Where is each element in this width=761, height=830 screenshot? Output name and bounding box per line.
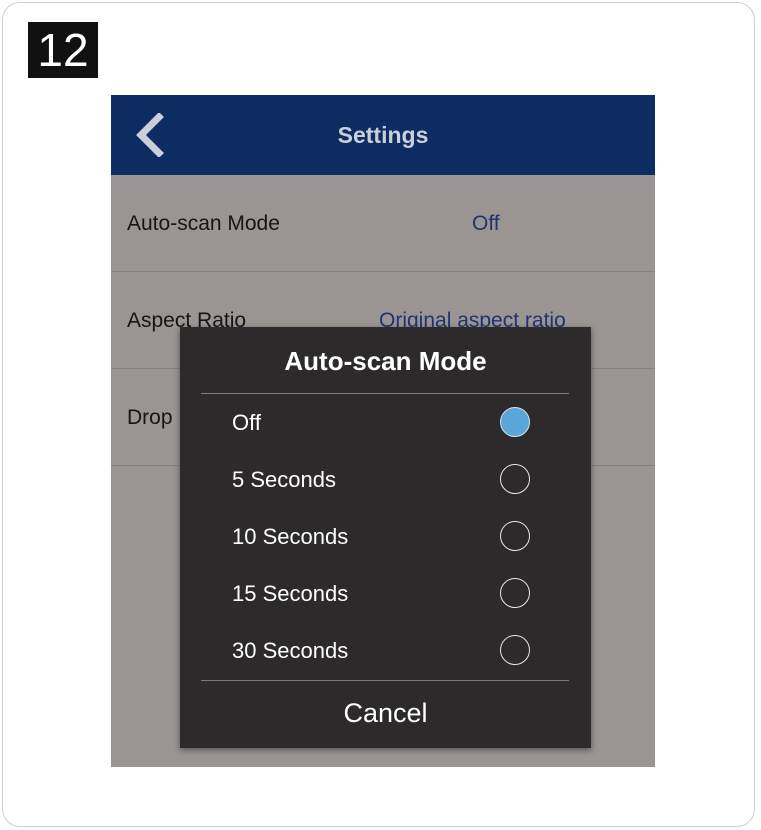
option-label: 10 Seconds: [232, 524, 349, 549]
radio-unselected-icon[interactable]: [500, 635, 530, 665]
step-number-badge: 12: [28, 22, 98, 78]
option-30-seconds[interactable]: 30 Seconds: [180, 622, 591, 679]
setting-label: Auto-scan Mode: [127, 212, 280, 235]
app-bar: Settings: [111, 95, 655, 175]
option-off[interactable]: Off: [180, 394, 591, 451]
option-label: Off: [232, 410, 261, 435]
cancel-button[interactable]: Cancel: [180, 684, 591, 742]
option-label: 30 Seconds: [232, 638, 349, 663]
option-15-seconds[interactable]: 15 Seconds: [180, 565, 591, 622]
radio-unselected-icon[interactable]: [500, 521, 530, 551]
option-label: 15 Seconds: [232, 581, 349, 606]
auto-scan-mode-dialog: Auto-scan Mode Off 5 Seconds 10 Seconds …: [180, 327, 591, 748]
option-label: 5 Seconds: [232, 467, 336, 492]
option-10-seconds[interactable]: 10 Seconds: [180, 508, 591, 565]
divider: [201, 680, 569, 681]
settings-row-auto-scan-mode[interactable]: Auto-scan Mode Off: [111, 175, 655, 272]
setting-value: Off: [472, 212, 500, 235]
radio-unselected-icon[interactable]: [500, 578, 530, 608]
page-title: Settings: [337, 122, 429, 148]
setting-label: Drop: [127, 406, 173, 429]
option-5-seconds[interactable]: 5 Seconds: [180, 451, 591, 508]
radio-selected-icon[interactable]: [500, 407, 530, 437]
radio-unselected-icon[interactable]: [500, 464, 530, 494]
dialog-title: Auto-scan Mode: [284, 346, 487, 376]
